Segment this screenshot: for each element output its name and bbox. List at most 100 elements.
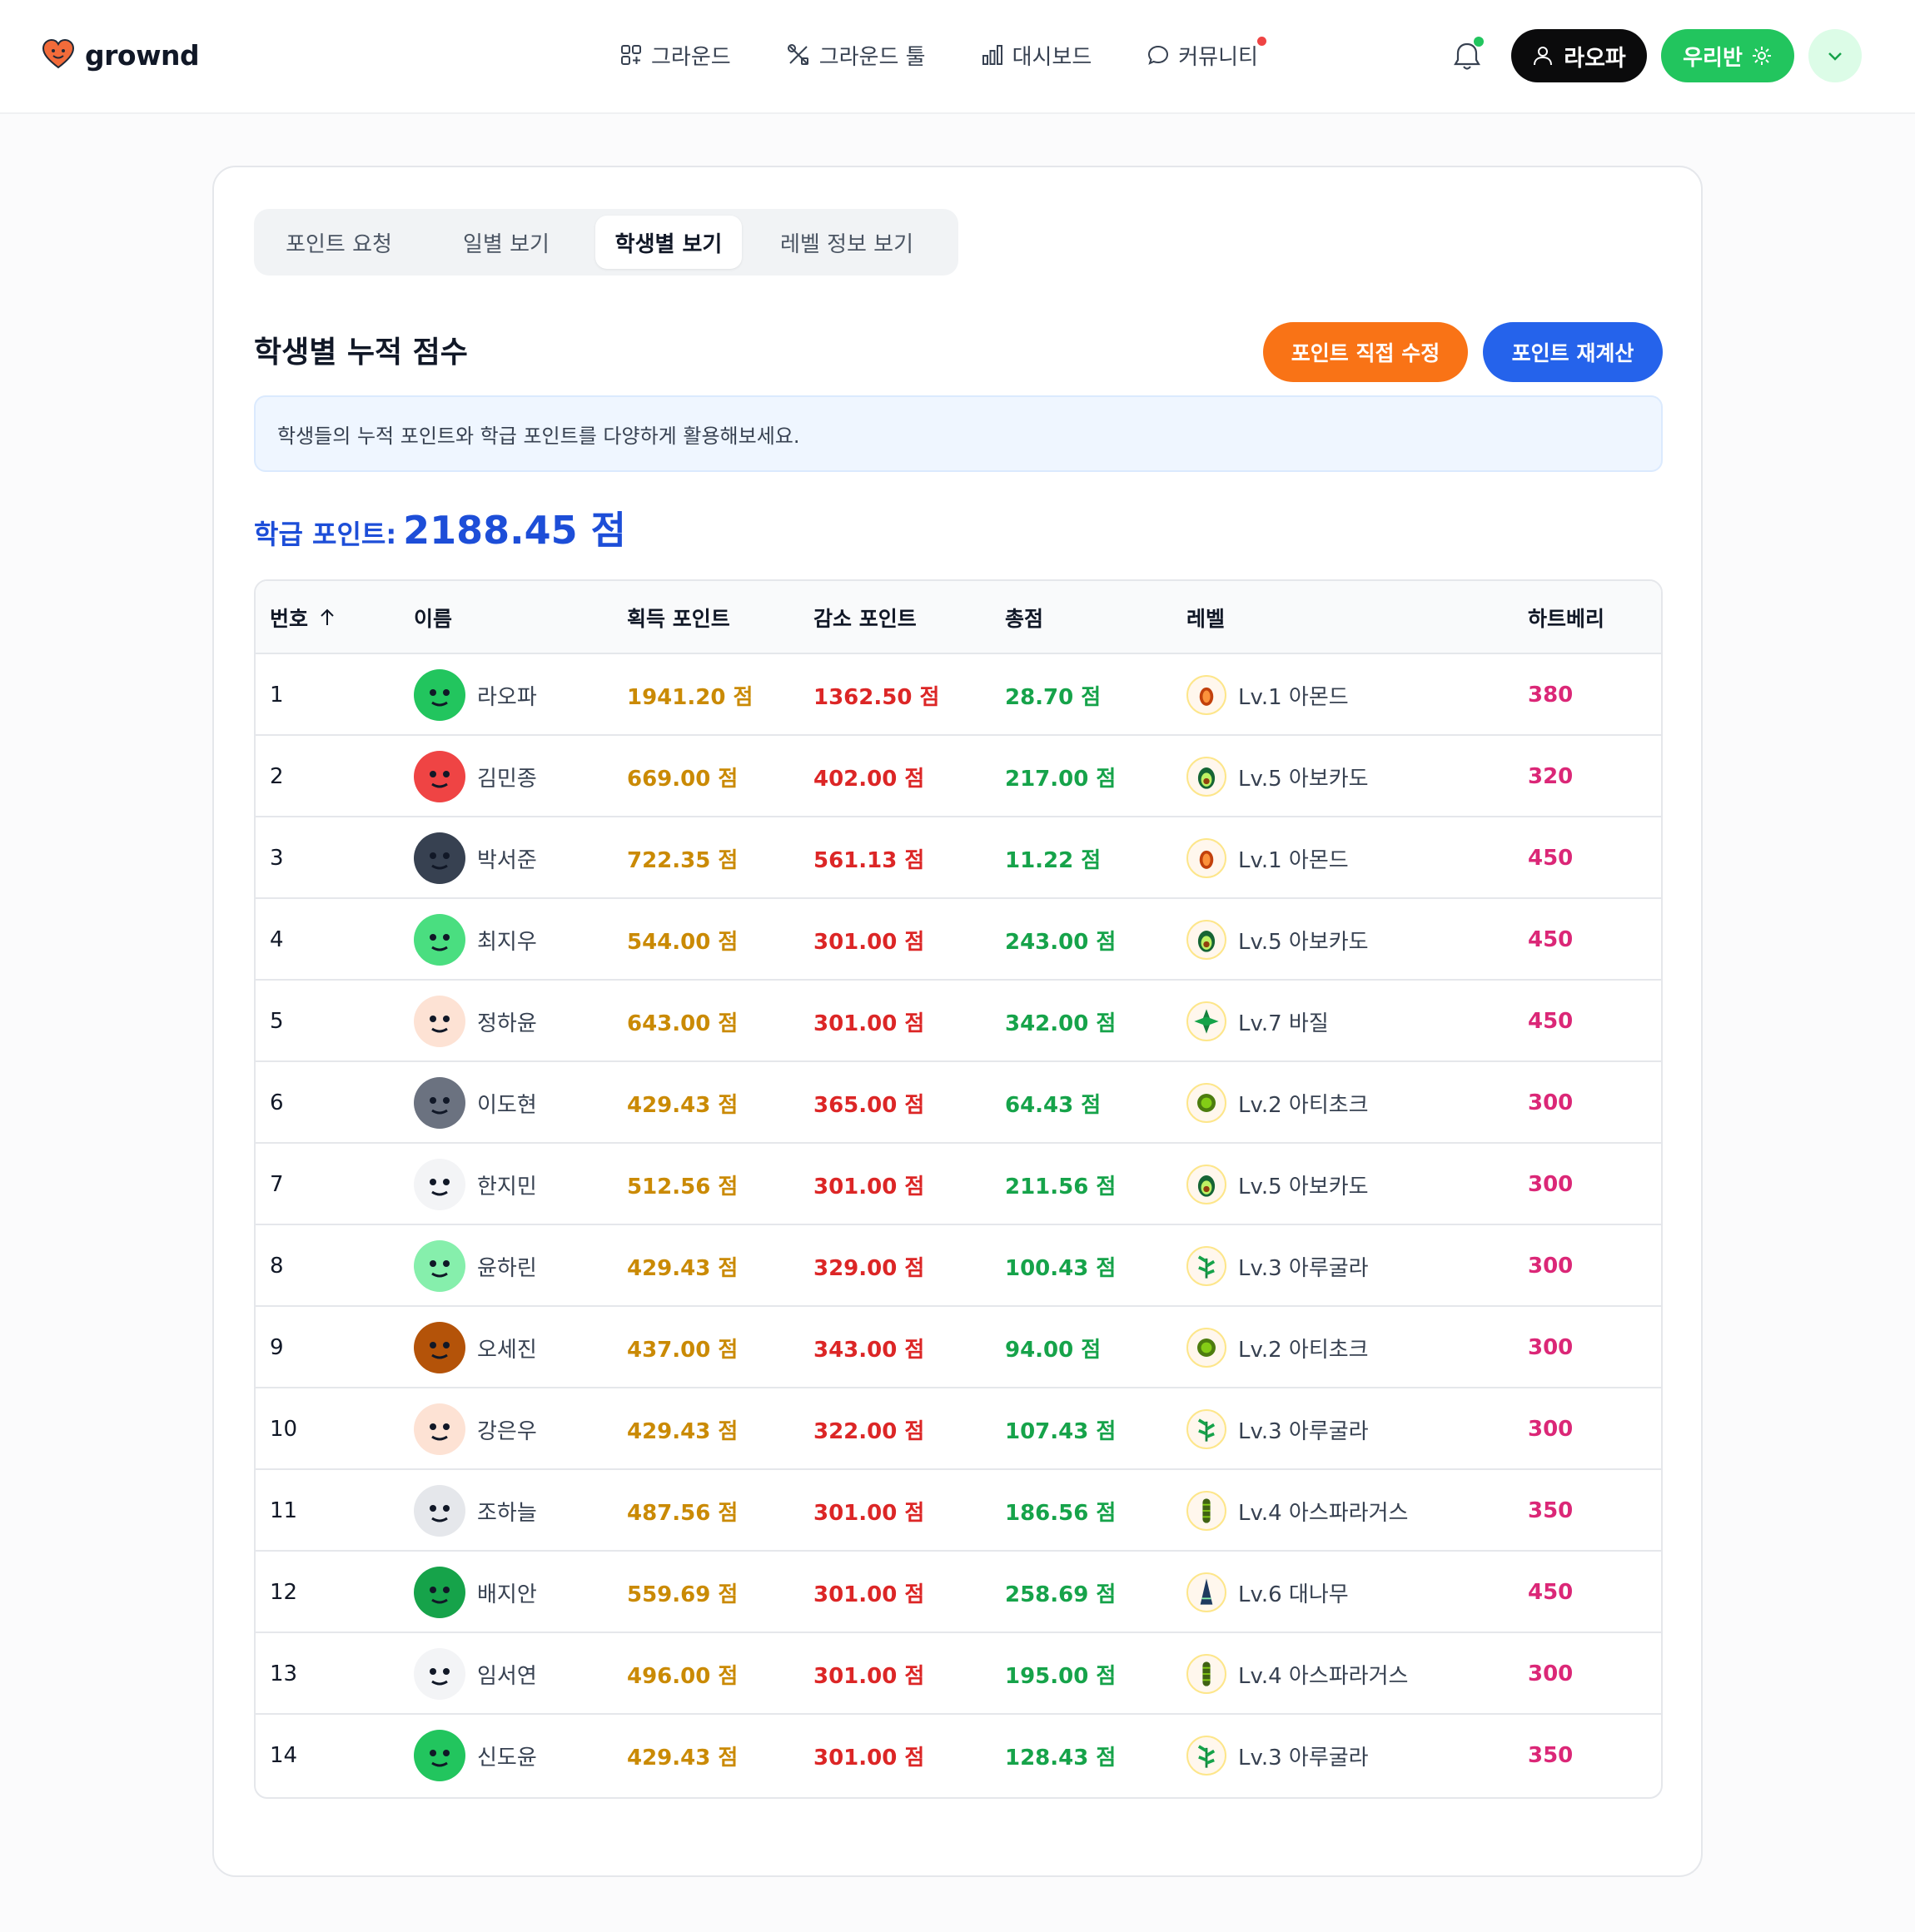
main-card: 포인트 요청 일별 보기 학생별 보기 레벨 정보 보기 학생별 누적 점수 포… [212, 166, 1703, 1877]
cell-no: 10 [270, 1417, 298, 1442]
level-label: Lv.1 아몬드 [1238, 684, 1349, 710]
table-row[interactable]: 8 윤하린 429.43 점 329.00 점 100.43 점 Lv.3 아루굴라 300 [256, 1225, 1661, 1307]
recalculate-points-button[interactable]: 포인트 재계산 [1483, 322, 1663, 382]
table-row[interactable]: 2 김민종 669.00 점 402.00 점 217.00 점 Lv.5 아보카도 320 [256, 736, 1661, 817]
cell-heartberry: 300 [1528, 1090, 1574, 1115]
col-header-total[interactable]: 총점 [1005, 581, 1043, 654]
cell-total-points: 195.00 점 [1005, 1663, 1117, 1689]
table-row[interactable]: 10 강은우 429.43 점 322.00 점 107.43 점 Lv.3 아루굴라 30… [256, 1388, 1661, 1470]
table-row[interactable]: 13 임서연 496.00 점 301.00 점 195.00 점 Lv.4 아스파라거스… [256, 1633, 1661, 1715]
cell-name: 김민종 [414, 736, 537, 817]
table-row[interactable]: 3 박서준 722.35 점 561.13 점 11.22 점 Lv.1 아몬드 450 [256, 817, 1661, 899]
level-label: Lv.1 아몬드 [1238, 847, 1349, 873]
cell-level: Lv.5 아보카도 [1186, 1144, 1369, 1225]
table-row[interactable]: 14 신도윤 429.43 점 301.00 점 128.43 점 Lv.3 아루굴라 35… [256, 1715, 1661, 1796]
cell-total-points: 107.43 점 [1005, 1418, 1117, 1444]
more-menu-button[interactable] [1808, 29, 1862, 82]
cell-gained-points: 669.00 점 [627, 766, 739, 792]
col-header-heartberry[interactable]: 하트베리 [1528, 581, 1604, 654]
cell-gained-points: 429.43 점 [627, 1745, 739, 1771]
level-label: Lv.3 아루굴라 [1238, 1745, 1369, 1771]
nav-ground-tools-label: 그라운드 툴 [818, 44, 926, 70]
nav-dashboard-label: 대시보드 [1012, 44, 1092, 70]
cell-gained-points: 487.56 점 [627, 1500, 739, 1526]
cell-level: Lv.4 아스파라거스 [1186, 1470, 1408, 1552]
avatar-icon [414, 1485, 465, 1537]
avatar-icon [414, 996, 465, 1047]
student-name: 배지안 [477, 1582, 537, 1607]
table-row[interactable]: 1 라오파 1941.20 점 1362.50 점 28.70 점 Lv.1 아몬드 380 [256, 654, 1661, 736]
brand-name: grownd [85, 38, 200, 72]
user-name: 라오파 [1564, 45, 1626, 72]
avatar-icon [414, 1648, 465, 1700]
avatar-icon [414, 751, 465, 802]
cell-name: 정하윤 [414, 981, 537, 1062]
level-label: Lv.5 아보카도 [1238, 929, 1369, 955]
cell-no: 5 [270, 1009, 284, 1034]
cell-total-points: 100.43 점 [1005, 1255, 1117, 1281]
col-header-no[interactable]: 번호 [270, 581, 338, 654]
cell-no: 12 [270, 1580, 298, 1605]
cell-name: 라오파 [414, 654, 537, 736]
nav-community[interactable]: 커뮤니티 [1147, 37, 1266, 72]
col-header-gain[interactable]: 획득 포인트 [627, 581, 730, 654]
cell-heartberry: 450 [1528, 927, 1574, 952]
cell-level: Lv.1 아몬드 [1186, 654, 1349, 736]
class-settings-button[interactable]: 우리반 [1661, 29, 1794, 82]
cell-level: Lv.6 대나무 [1186, 1552, 1349, 1633]
level-label: Lv.4 아스파라거스 [1238, 1663, 1409, 1689]
brand-logo[interactable]: grownd [42, 38, 200, 72]
class-points: 학급 포인트: 2188.45 점 [254, 500, 626, 555]
col-header-level[interactable]: 레벨 [1186, 581, 1225, 654]
tab-daily-view[interactable]: 일별 보기 [417, 216, 595, 269]
cell-heartberry: 450 [1528, 1009, 1574, 1034]
tab-level-info[interactable]: 레벨 정보 보기 [742, 216, 952, 269]
table-row[interactable]: 7 한지민 512.56 점 301.00 점 211.56 점 Lv.5 아보카도 300 [256, 1144, 1661, 1225]
col-header-name[interactable]: 이름 [414, 581, 452, 654]
avatar-icon [414, 1567, 465, 1618]
tab-point-request[interactable]: 포인트 요청 [261, 216, 417, 269]
student-name: 김민종 [477, 766, 537, 792]
cell-gained-points: 1941.20 점 [627, 684, 754, 710]
avatar-icon [414, 1159, 465, 1210]
grid-icon [621, 45, 641, 65]
edit-points-button[interactable]: 포인트 직접 수정 [1263, 322, 1468, 382]
cell-heartberry: 450 [1528, 1580, 1574, 1605]
cell-lost-points: 365.00 점 [813, 1092, 925, 1118]
arugula-level-icon [1186, 1736, 1226, 1776]
table-header: 번호 이름 획득 포인트 감소 포인트 총점 레벨 하트베리 [256, 581, 1661, 654]
level-label: Lv.5 아보카도 [1238, 1174, 1369, 1199]
cell-lost-points: 301.00 점 [813, 929, 925, 955]
artichoke-level-icon [1186, 1328, 1226, 1368]
table-row[interactable]: 4 최지우 544.00 점 301.00 점 243.00 점 Lv.5 아보카도 450 [256, 899, 1661, 981]
nav-dashboard[interactable]: 대시보드 [981, 38, 1092, 72]
table-row[interactable]: 11 조하늘 487.56 점 301.00 점 186.56 점 Lv.4 아스파라거스… [256, 1470, 1661, 1552]
cell-lost-points: 301.00 점 [813, 1174, 925, 1199]
user-profile-button[interactable]: 라오파 [1511, 29, 1647, 82]
col-header-loss[interactable]: 감소 포인트 [813, 581, 917, 654]
cell-name: 조하늘 [414, 1470, 537, 1552]
cell-level: Lv.2 아티초크 [1186, 1062, 1369, 1144]
cell-no: 14 [270, 1743, 298, 1768]
student-score-table: 번호 이름 획득 포인트 감소 포인트 총점 레벨 하트베리 1 라오파 1941.… [254, 579, 1663, 1799]
cell-name: 최지우 [414, 899, 537, 981]
table-row[interactable]: 5 정하윤 643.00 점 301.00 점 342.00 점 Lv.7 바질 450 [256, 981, 1661, 1062]
cell-lost-points: 561.13 점 [813, 847, 925, 873]
nav-ground-tools[interactable]: 그라운드 툴 [786, 38, 926, 72]
table-row[interactable]: 12 배지안 559.69 점 301.00 점 258.69 점 Lv.6 대나무 450 [256, 1552, 1661, 1633]
cell-level: Lv.5 아보카도 [1186, 899, 1369, 981]
info-banner: 학생들의 누적 포인트와 학급 포인트를 다양하게 활용해보세요. [254, 395, 1663, 472]
notification-button[interactable] [1449, 37, 1485, 75]
cell-no: 2 [270, 764, 284, 789]
table-row[interactable]: 6 이도현 429.43 점 365.00 점 64.43 점 Lv.2 아티초크 300 [256, 1062, 1661, 1144]
cell-name: 임서연 [414, 1633, 537, 1715]
col-no-label: 번호 [270, 607, 309, 631]
table-row[interactable]: 9 오세진 437.00 점 343.00 점 94.00 점 Lv.2 아티초크 300 [256, 1307, 1661, 1388]
arugula-level-icon [1186, 1409, 1226, 1449]
cell-heartberry: 300 [1528, 1417, 1574, 1442]
student-name: 윤하린 [477, 1255, 537, 1281]
nav-ground[interactable]: 그라운드 [619, 38, 731, 72]
tab-student-view[interactable]: 학생별 보기 [595, 216, 742, 269]
avatar-icon [414, 669, 465, 721]
cell-gained-points: 512.56 점 [627, 1174, 739, 1199]
